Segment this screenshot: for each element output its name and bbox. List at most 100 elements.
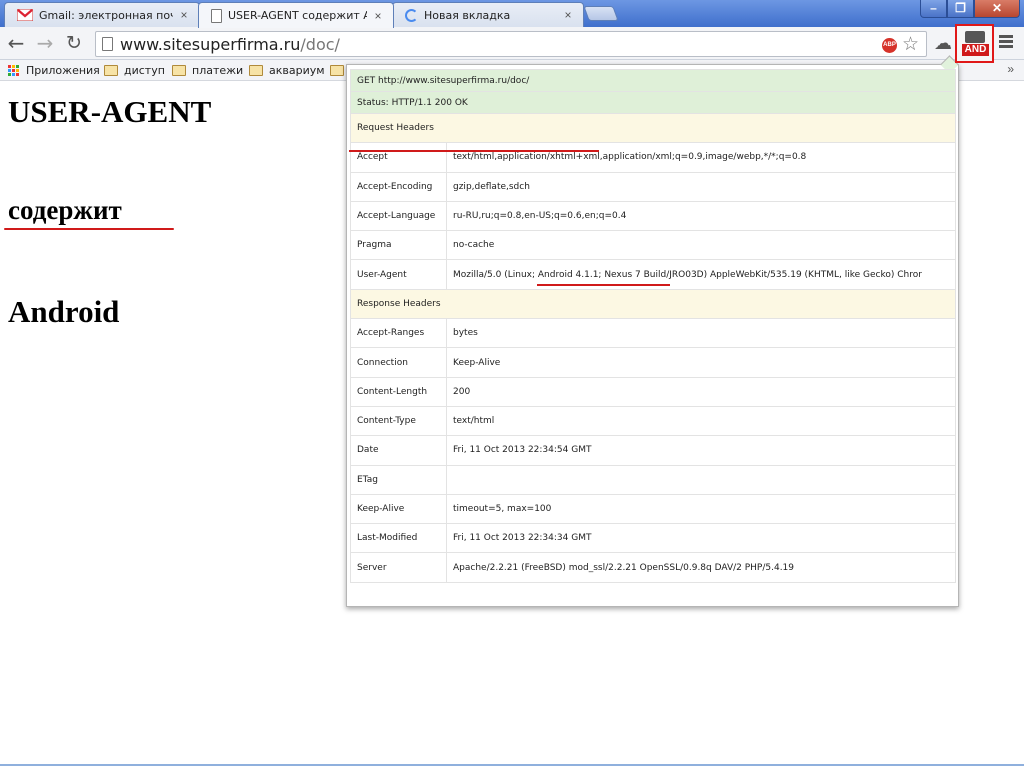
http-headers-popup: GET http://www.sitesuperfirma.ru/doc/ St… — [346, 64, 959, 607]
header-row: Content-Type text/html — [350, 405, 956, 437]
header-value: Fri, 11 Oct 2013 22:34:54 GMT — [446, 435, 956, 466]
tab-user-agent[interactable]: USER-AGENT содержит And × — [198, 2, 394, 28]
annotation-underline — [537, 284, 670, 286]
close-icon[interactable]: × — [177, 8, 191, 22]
restore-button[interactable]: ❐ — [947, 0, 974, 18]
header-row: Keep-Alive timeout=5, max=100 — [350, 493, 956, 525]
url-text[interactable]: www.sitesuperfirma.ru/doc/ — [120, 35, 340, 54]
close-icon[interactable]: × — [371, 9, 385, 23]
and-extension-label: AND — [962, 44, 989, 56]
heading-contains: содержит — [8, 195, 122, 225]
header-name: Accept — [350, 142, 447, 173]
header-name: Pragma — [350, 230, 447, 261]
new-tab-button[interactable] — [583, 6, 619, 21]
header-name: Last-Modified — [350, 523, 447, 554]
folder-icon — [172, 65, 186, 76]
header-name: Keep-Alive — [350, 493, 447, 525]
back-button[interactable]: ← — [4, 31, 28, 55]
tab-new[interactable]: Новая вкладка × — [392, 2, 584, 27]
header-value: Apache/2.2.21 (FreeBSD) mod_ssl/2.2.21 O… — [446, 552, 956, 583]
reload-button[interactable]: ↻ — [62, 31, 86, 55]
annotation-underline — [349, 150, 599, 152]
url-host: www.sitesuperfirma.ru — [120, 35, 301, 54]
headers-table: GET http://www.sitesuperfirma.ru/doc/ St… — [350, 69, 956, 583]
bookmark-folder[interactable]: аквариум — [249, 62, 325, 79]
minimize-button[interactable]: – — [920, 0, 947, 18]
tab-title: USER-AGENT содержит And — [228, 9, 367, 22]
header-value: Keep-Alive — [446, 347, 956, 378]
tab-gmail[interactable]: Gmail: электронная почта с × — [4, 2, 200, 27]
section-header-row: Request Headers — [350, 112, 956, 144]
address-bar[interactable]: www.sitesuperfirma.ru/doc/ ABP ☆ — [95, 31, 927, 57]
header-value: 200 — [446, 376, 956, 407]
request-line: GET http://www.sitesuperfirma.ru/doc/ — [350, 69, 956, 92]
header-name: Accept-Language — [350, 200, 447, 232]
tab-title: Gmail: электронная почта с — [39, 8, 173, 22]
tab-strip: Gmail: электронная почта с × USER-AGENT … — [0, 0, 1024, 28]
loading-spinner-icon — [405, 8, 418, 22]
header-row: Last-Modified Fri, 11 Oct 2013 22:34:34 G… — [350, 523, 956, 554]
status-row: Status: HTTP/1.1 200 OK — [350, 91, 956, 114]
close-window-button[interactable]: ✕ — [974, 0, 1020, 18]
folder-icon — [249, 65, 263, 76]
bookmarks-overflow-icon[interactable]: » — [1007, 62, 1014, 76]
annotation-underline — [4, 228, 174, 230]
toolbar: ← → ↻ www.sitesuperfirma.ru/doc/ ABP ☆ ☁ — [0, 27, 1024, 60]
bookmark-folder[interactable]: диступ — [104, 62, 165, 79]
header-row: Accept-Language ru-RU,ru;q=0.8,en-US;q=0.… — [350, 200, 956, 232]
section-header-row: Response Headers — [350, 288, 956, 320]
heading-android: Android — [8, 294, 120, 329]
header-name: Content-Type — [350, 405, 447, 437]
window-controls: – ❐ ✕ — [920, 0, 1020, 18]
header-name: Accept-Ranges — [350, 318, 447, 349]
bookmark-apps[interactable]: Приложения — [8, 62, 100, 79]
header-row: Accept-Encoding gzip,deflate,sdch — [350, 171, 956, 202]
close-icon[interactable]: × — [561, 8, 575, 22]
tab-title: Новая вкладка — [424, 8, 511, 22]
response-headers-body: Accept-Ranges bytes Connection Keep-Alive Co… — [350, 318, 956, 583]
cloud-icon[interactable]: ☁ — [931, 31, 955, 55]
header-value: text/html,application/xhtml+xml,applicat… — [446, 142, 956, 173]
folder-icon — [104, 65, 118, 76]
header-name: User-Agent — [350, 259, 447, 290]
header-name: Server — [350, 552, 447, 583]
header-value: Fri, 11 Oct 2013 22:34:34 GMT — [446, 523, 956, 554]
header-row: Accept-Ranges bytes — [350, 318, 956, 349]
header-row: Server Apache/2.2.21 (FreeBSD) mod_ssl/2.… — [350, 552, 956, 583]
header-row: ETag — [350, 464, 956, 495]
response-headers-title: Response Headers — [350, 288, 956, 320]
status-divider — [0, 764, 1024, 766]
header-value: no-cache — [446, 230, 956, 261]
adblock-icon[interactable]: ABP — [882, 38, 897, 53]
request-line-row: GET http://www.sitesuperfirma.ru/doc/ — [350, 69, 956, 92]
bookmark-label: диступ — [124, 64, 165, 77]
menu-icon[interactable] — [999, 35, 1013, 50]
forward-button[interactable]: → — [33, 31, 57, 55]
page-icon — [211, 8, 222, 23]
printer-icon — [965, 31, 985, 43]
apps-grid-icon — [8, 64, 20, 77]
header-name: Accept-Encoding — [350, 171, 447, 202]
request-headers-title: Request Headers — [350, 112, 956, 144]
bookmark-folder[interactable]: платежи — [172, 62, 243, 79]
header-row: Pragma no-cache — [350, 230, 956, 261]
header-value: bytes — [446, 318, 956, 349]
bookmark-star-icon[interactable]: ☆ — [902, 33, 919, 56]
header-name: Content-Length — [350, 376, 447, 407]
header-name: Connection — [350, 347, 447, 378]
bookmark-label: аквариум — [269, 64, 325, 77]
request-headers-body: Accept text/html,application/xhtml+xml,ap… — [350, 142, 956, 290]
header-row: Date Fri, 11 Oct 2013 22:34:54 GMT — [350, 435, 956, 466]
header-value: gzip,deflate,sdch — [446, 171, 956, 202]
header-value: timeout=5, max=100 — [446, 493, 956, 525]
bookmark-label: платежи — [192, 64, 244, 77]
bookmark-label: Приложения — [26, 64, 100, 77]
gmail-icon — [16, 8, 34, 22]
header-row: Content-Length 200 — [350, 376, 956, 407]
header-row: Connection Keep-Alive — [350, 347, 956, 378]
heading-user-agent: USER-AGENT — [8, 94, 212, 129]
folder-icon — [330, 65, 344, 76]
and-extension-button[interactable]: AND — [955, 24, 994, 63]
header-name: ETag — [350, 464, 447, 495]
status-line: Status: HTTP/1.1 200 OK — [350, 91, 956, 114]
